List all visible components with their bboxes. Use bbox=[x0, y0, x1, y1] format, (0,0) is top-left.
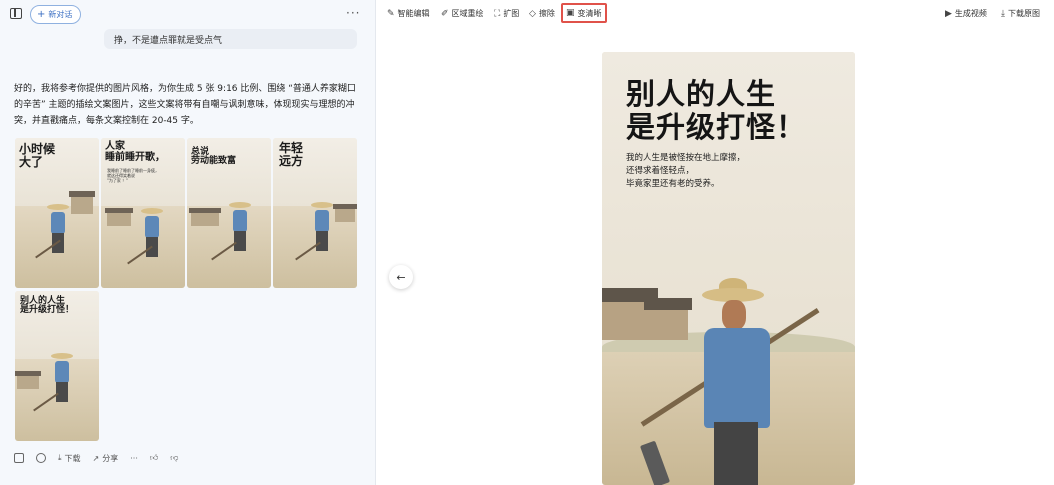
chat-header: + 新对话 ··· bbox=[0, 0, 376, 30]
video-icon: ▶ bbox=[945, 8, 952, 19]
image-thumbnail-1[interactable]: 小时候 大了 bbox=[15, 138, 99, 288]
poster-title: 别人的人生 是升级打怪！ bbox=[626, 78, 806, 144]
enhance-label: 变清晰 bbox=[577, 8, 602, 18]
download-label: 下载 bbox=[64, 453, 81, 463]
farmer-figure bbox=[704, 328, 770, 428]
download-original-label: 下载原图 bbox=[1007, 9, 1040, 18]
poster-subtitle-line-2: 还得求着怪轻点， bbox=[626, 166, 695, 176]
image-thumbnail-4[interactable]: 年轻 远方 bbox=[273, 138, 357, 288]
expand-icon: ⛶ bbox=[494, 8, 501, 19]
assistant-answer: 好的，我将参考你提供的图片风格，为你生成 5 张 9:16 比例、围绕 “普通人… bbox=[14, 84, 356, 126]
previous-image-button[interactable]: ← bbox=[389, 265, 413, 289]
copy-icon[interactable] bbox=[14, 453, 24, 463]
plus-icon: + bbox=[37, 8, 46, 20]
expand-label: 扩图 bbox=[503, 9, 520, 18]
new-chat-label: 新对话 bbox=[48, 10, 73, 19]
chat-pane: + 新对话 ··· 挣，不是遭点罪就是受点气 好的，我将参考你提供的图片风格，为… bbox=[0, 0, 376, 485]
poster-title-line-2: 是升级打怪！ bbox=[626, 110, 807, 144]
download-icon: ⤓ bbox=[1001, 8, 1005, 19]
sidebar-toggle-icon[interactable] bbox=[10, 8, 22, 19]
poster-subtitle-line-1: 我的人生是被怪按在地上摩擦， bbox=[626, 153, 746, 163]
erase-label: 擦除 bbox=[538, 9, 555, 18]
share-button[interactable]: ↗ 分享 bbox=[93, 453, 119, 464]
smart-edit-button[interactable]: ✎ 智能编辑 bbox=[387, 8, 430, 19]
new-chat-button[interactable]: + 新对话 bbox=[30, 5, 82, 24]
download-button[interactable]: ⤓ 下载 bbox=[58, 453, 81, 464]
expand-button[interactable]: ⛶ 扩图 bbox=[494, 8, 519, 19]
download-icon: ⤓ bbox=[58, 453, 62, 462]
thumbnail-title: 小时候 大了 bbox=[19, 142, 56, 169]
thumbnail-subtitle: 我睡前了睡前了睡前一身疲， 就这还得笑着说 "为了家 ！" bbox=[107, 168, 159, 184]
more-options-icon[interactable]: ··· bbox=[346, 6, 360, 20]
brush-icon: ✐ bbox=[441, 8, 449, 19]
generate-video-label: 生成视频 bbox=[954, 9, 987, 18]
image-toolbar: ✎ 智能编辑 ✐ 区域重绘 ⛶ 扩图 ◇ 擦除 ▣ 变清晰 ▶ 生成视频 ⤓ 下… bbox=[377, 0, 1054, 28]
magic-wand-icon: ✎ bbox=[387, 8, 395, 19]
thumbnail-title: 总说 劳动能致富 bbox=[191, 147, 237, 167]
user-message: 挣，不是遭点罪就是受点气 bbox=[104, 29, 357, 49]
thumbnail-title: 人家 睡前睡开歌， bbox=[105, 141, 165, 163]
generate-video-button[interactable]: ▶ 生成视频 bbox=[945, 8, 987, 19]
poster-subtitle-line-3: 毕竟家里还有老的受养。 bbox=[626, 179, 720, 189]
more-actions-button[interactable]: ··· bbox=[130, 454, 138, 463]
share-icon: ↗ bbox=[92, 453, 100, 463]
image-preview-pane: ✎ 智能编辑 ✐ 区域重绘 ⛶ 扩图 ◇ 擦除 ▣ 变清晰 ▶ 生成视频 ⤓ 下… bbox=[377, 0, 1054, 485]
erase-button[interactable]: ◇ 擦除 bbox=[529, 8, 555, 19]
poster-title-line-1: 别人的人生 bbox=[626, 77, 777, 111]
message-actions: ⤓ 下载 ↗ 分享 ··· 👍︎ 👎︎ bbox=[14, 451, 178, 465]
preview-image: 别人的人生 是升级打怪！ 我的人生是被怪按在地上摩擦， 还得求着怪轻点， 毕竟家… bbox=[602, 52, 855, 485]
smart-edit-label: 智能编辑 bbox=[397, 9, 430, 18]
image-thumbnail-5[interactable]: 别人的人生 是升级打怪！ bbox=[15, 291, 99, 441]
poster-subtitle: 我的人生是被怪按在地上摩擦， 还得求着怪轻点， 毕竟家里还有老的受养。 bbox=[626, 152, 745, 191]
download-original-button[interactable]: ⤓ 下载原图 bbox=[1001, 8, 1040, 19]
thumbnail-title: 年轻 远方 bbox=[279, 141, 304, 168]
app-root: + 新对话 ··· 挣，不是遭点罪就是受点气 好的，我将参考你提供的图片风格，为… bbox=[0, 0, 1054, 485]
image-thumbnail-3[interactable]: 总说 劳动能致富 bbox=[187, 138, 271, 288]
thumbs-down-icon[interactable]: 👎︎ bbox=[170, 453, 178, 463]
enhance-button[interactable]: ▣ 变清晰 bbox=[561, 3, 607, 23]
region-redraw-label: 区域重绘 bbox=[451, 9, 484, 18]
arrow-left-icon: ← bbox=[396, 270, 406, 284]
thumbnail-title: 别人的人生 是升级打怪！ bbox=[20, 296, 75, 316]
region-redraw-button[interactable]: ✐ 区域重绘 bbox=[441, 8, 484, 19]
hd-icon: ▣ bbox=[566, 8, 575, 18]
eraser-icon: ◇ bbox=[529, 8, 536, 19]
thumbs-up-icon[interactable]: 👍︎ bbox=[150, 453, 158, 463]
share-label: 分享 bbox=[102, 453, 119, 463]
regenerate-icon[interactable] bbox=[36, 453, 46, 463]
image-thumbnail-2[interactable]: 人家 睡前睡开歌， 我睡前了睡前了睡前一身疲， 就这还得笑着说 "为了家 ！" bbox=[101, 138, 185, 288]
